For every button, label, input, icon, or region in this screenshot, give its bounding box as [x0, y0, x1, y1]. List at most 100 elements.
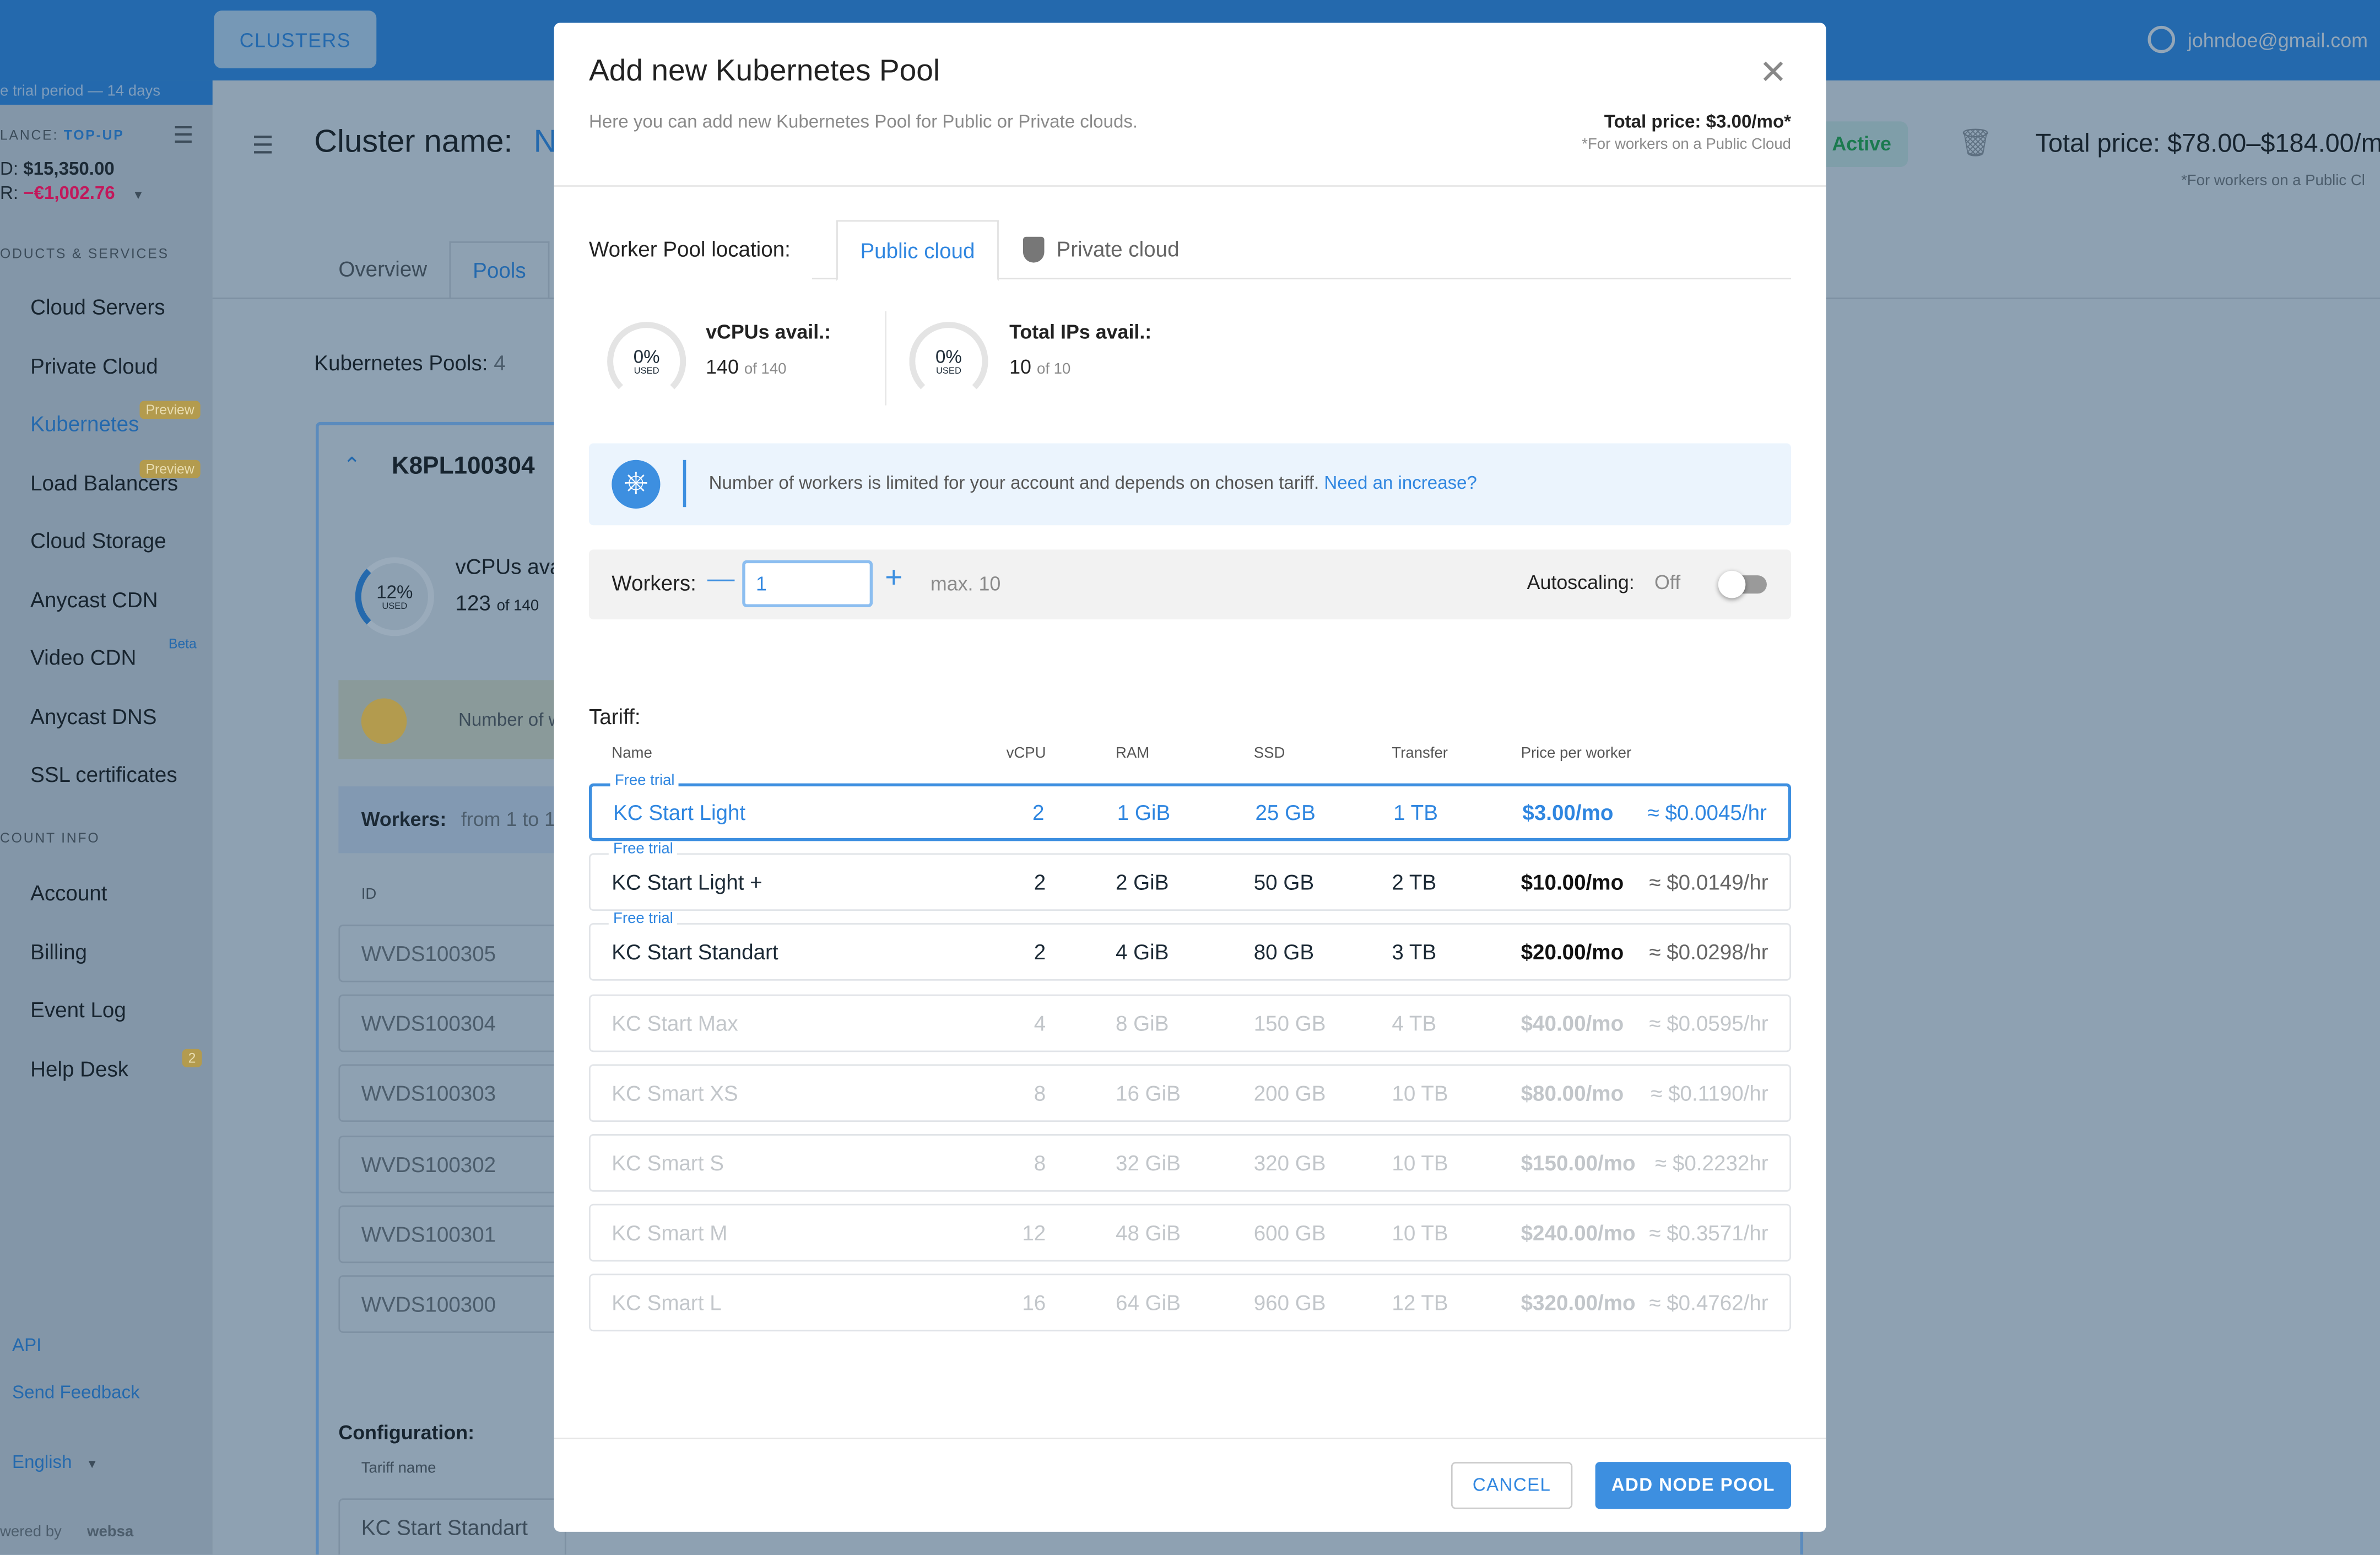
workers-label: Workers:: [612, 570, 696, 595]
worker-id: WVDS100305: [338, 924, 566, 982]
tariff-transfer: 1 TB: [1393, 800, 1438, 825]
pool-vcpu-label: vCPUs ava: [455, 554, 562, 579]
sidebar-item[interactable]: SSL certificates: [30, 762, 177, 786]
kubernetes-icon: ⎈: [612, 460, 661, 509]
ips-label: Total IPs avail.:: [1009, 320, 1152, 343]
tariff-ssd: 960 GB: [1253, 1291, 1326, 1315]
tariff-name: KC Smart L: [612, 1291, 722, 1315]
tariff-transfer: 10 TB: [1392, 1081, 1448, 1105]
tariff-name: KC Start Standart: [612, 940, 778, 965]
sidebar-item[interactable]: Kubernetes: [30, 412, 139, 436]
cancel-button[interactable]: CANCEL: [1451, 1462, 1573, 1509]
tariff-name: KC Start Max: [612, 1010, 738, 1035]
modal-subtitle: Here you can add new Kubernetes Pool for…: [588, 111, 1138, 132]
language-select[interactable]: English ▼: [12, 1451, 98, 1473]
tariff-row[interactable]: Free trial KC Start Standart 2 4 GiB 80 GB 3 …: [588, 911, 1792, 981]
tariff-ram: 2 GiB: [1115, 870, 1169, 895]
tab-pools[interactable]: Pools: [449, 241, 550, 299]
tariff-ram: 64 GiB: [1115, 1291, 1181, 1315]
add-node-pool-button[interactable]: ADD NODE POOL: [1595, 1462, 1792, 1509]
tariff-vcpu: 8: [1034, 1151, 1046, 1175]
close-icon[interactable]: ✕: [1759, 56, 1787, 90]
workers-input[interactable]: 1: [742, 560, 873, 608]
free-trial-label: Free trial: [608, 841, 678, 859]
tariff-row: KC Smart L 16 64 GiB 960 GB 12 TB $320.00/mo ≈…: [588, 1274, 1792, 1332]
ips-gauge: 0% USED: [909, 322, 988, 401]
tariff-ssd: 50 GB: [1253, 870, 1315, 895]
autoscaling-toggle[interactable]: [1718, 570, 1767, 598]
tariff-ram: 1 GiB: [1117, 800, 1171, 825]
worker-id: WVDS100300: [338, 1275, 566, 1333]
worker-id: WVDS100304: [338, 995, 566, 1052]
need-increase-link[interactable]: Need an increase?: [1324, 472, 1477, 494]
tariff-transfer: 12 TB: [1392, 1291, 1448, 1315]
sidebar-item[interactable]: Cloud Servers: [30, 294, 165, 318]
location-label: Worker Pool location:: [588, 236, 791, 261]
tariff-price: $320.00/mo: [1521, 1291, 1636, 1315]
sidebar-item[interactable]: Private Cloud: [30, 353, 158, 377]
col-ssd: SSD: [1253, 745, 1285, 763]
shield-icon: [1023, 236, 1045, 263]
ips-value: 10: [1009, 355, 1032, 379]
tariff-ssd: 80 GB: [1253, 940, 1315, 965]
tariff-row: KC Smart M 12 48 GiB 600 GB 10 TB $240.00/mo ≈…: [588, 1204, 1792, 1262]
tariff-price: $150.00/mo: [1521, 1151, 1636, 1175]
increment-button[interactable]: +: [885, 561, 902, 596]
api-link[interactable]: API: [12, 1335, 41, 1356]
tariff-transfer: 2 TB: [1392, 870, 1437, 895]
sidebar-item[interactable]: Event Log: [30, 997, 126, 1022]
collapse-pool-icon[interactable]: ⌃: [343, 452, 361, 478]
tariff-ssd: 320 GB: [1253, 1151, 1326, 1175]
sidebar-item[interactable]: Account: [30, 881, 107, 905]
trash-icon[interactable]: 🗑: [1958, 127, 1993, 159]
collapse-sidebar-icon[interactable]: ☰: [173, 121, 193, 149]
sidebar-item[interactable]: Cloud Storage: [30, 528, 166, 553]
page-price-note: *For workers on a Public Cl: [2181, 173, 2365, 190]
tariff-vcpu: 2: [1034, 870, 1046, 895]
cluster-name-label: Cluster name:: [314, 124, 513, 160]
workers-max: max. 10: [930, 572, 1001, 595]
eur-label: R:: [0, 182, 19, 204]
tariff-transfer: 10 TB: [1392, 1151, 1448, 1175]
col-name: Name: [612, 745, 652, 763]
tariff-ssd: 150 GB: [1253, 1010, 1326, 1035]
sidebar-item[interactable]: Anycast DNS: [30, 704, 156, 728]
pool-usage-gauge: 12% USED: [355, 557, 434, 636]
tab-public-cloud[interactable]: Public cloud: [836, 220, 999, 281]
tariff-row[interactable]: Free trial KC Start Light 2 1 GiB 25 GB 1 TB $…: [588, 773, 1792, 841]
vcpu-value: 140: [706, 355, 739, 379]
tariff-ram: 48 GiB: [1115, 1221, 1181, 1245]
sidebar-item[interactable]: Help Desk: [30, 1056, 128, 1080]
tariff-price: $40.00/mo: [1521, 1010, 1624, 1035]
config-tariff-name: KC Start Standart: [338, 1498, 566, 1555]
tab-private-cloud[interactable]: Private cloud: [1023, 236, 1180, 263]
user-menu[interactable]: johndoe@gmail.com: [2148, 25, 2368, 53]
col-vcpu: vCPU: [1006, 745, 1046, 763]
feedback-link[interactable]: Send Feedback: [12, 1381, 140, 1403]
worker-id: WVDS100301: [338, 1205, 566, 1263]
sidebar-item[interactable]: Video CDN: [30, 645, 136, 669]
sidebar-item[interactable]: Billing: [30, 939, 87, 963]
tariff-vcpu: 2: [1034, 940, 1046, 965]
modal-price-note: *For workers on a Public Cloud: [1582, 136, 1792, 154]
tariff-row[interactable]: Free trial KC Start Light + 2 2 GiB 50 GB 2 T…: [588, 841, 1792, 911]
list-icon[interactable]: ☰: [252, 131, 274, 161]
clusters-tab[interactable]: CLUSTERS: [214, 10, 377, 68]
tariff-price: $240.00/mo: [1521, 1221, 1636, 1245]
currency-dropdown-icon[interactable]: ▼: [132, 188, 144, 202]
tab-overview[interactable]: Overview: [338, 257, 427, 281]
tariff-name: KC Start Light +: [612, 870, 762, 895]
workers-bar: Workers: — 1 + max. 10 Autoscaling: Off: [588, 549, 1792, 620]
tariff-row: KC Smart S 8 32 GiB 320 GB 10 TB $150.00/mo ≈ …: [588, 1134, 1792, 1192]
modal-title: Add new Kubernetes Pool: [588, 55, 940, 88]
tariff-name: KC Start Light: [613, 800, 746, 825]
cluster-name-value: N: [533, 124, 557, 160]
tariff-hourly: ≈ $0.1190/hr: [1651, 1081, 1768, 1105]
kubernetes-icon: [361, 698, 407, 744]
tariff-price: $3.00/mo: [1522, 800, 1614, 825]
sidebar-item[interactable]: Anycast CDN: [30, 587, 158, 611]
tariff-name: KC Smart XS: [612, 1081, 738, 1105]
free-trial-label: Free trial: [610, 773, 679, 790]
decrement-button[interactable]: —: [707, 563, 735, 595]
topup-link[interactable]: TOP-UP: [64, 127, 125, 143]
